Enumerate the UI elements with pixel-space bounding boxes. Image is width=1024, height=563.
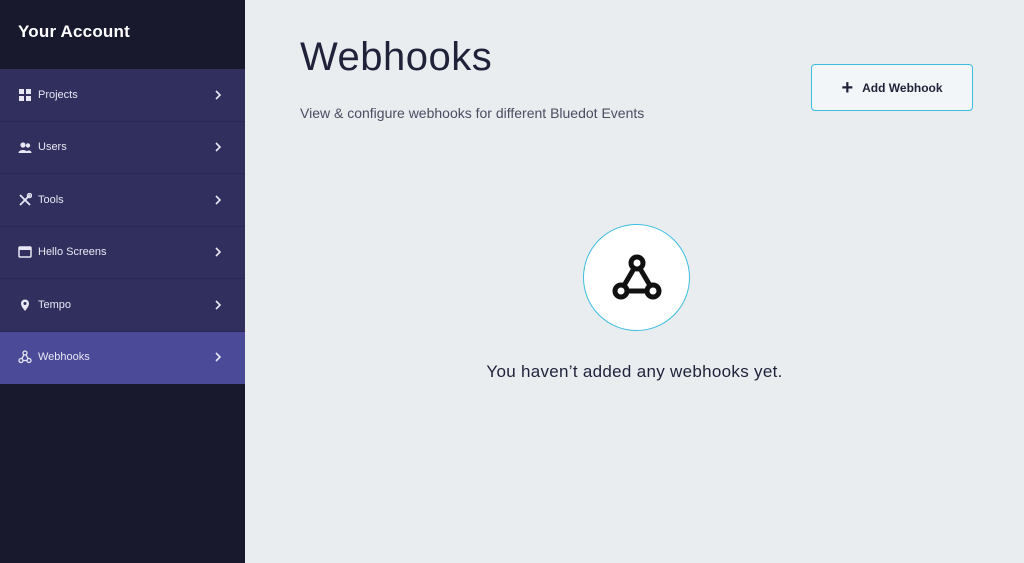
- empty-state-icon-circle: [583, 224, 690, 331]
- sidebar-item-tempo[interactable]: Tempo: [0, 279, 245, 332]
- page-title: Webhooks: [300, 35, 493, 79]
- chevron-right-icon: [213, 246, 223, 258]
- tools-icon: [18, 192, 32, 207]
- sidebar-item-label: Projects: [38, 88, 78, 101]
- webhook-icon: [612, 254, 661, 299]
- page-subtitle: View & configure webhooks for different …: [300, 105, 645, 121]
- sidebar-item-hello-screens[interactable]: Hello Screens: [0, 226, 245, 279]
- sidebar-item-label: Users: [38, 141, 67, 154]
- sidebar-item-label: Webhooks: [38, 351, 90, 364]
- grid-icon: [18, 88, 32, 102]
- sidebar-item-label: Tools: [38, 193, 64, 206]
- screen-icon: [18, 245, 32, 259]
- sidebar-nav: Projects Users Tools Hello Screens Tempo…: [0, 69, 245, 384]
- webhook-icon: [18, 350, 32, 364]
- add-webhook-button[interactable]: + Add Webhook: [811, 64, 973, 111]
- sidebar-item-webhooks[interactable]: Webhooks: [0, 331, 245, 384]
- chevron-right-icon: [213, 194, 223, 206]
- chevron-right-icon: [213, 89, 223, 101]
- add-webhook-label: Add Webhook: [862, 80, 943, 95]
- sidebar-item-users[interactable]: Users: [0, 121, 245, 174]
- users-icon: [18, 140, 32, 154]
- location-pin-icon: [18, 298, 32, 312]
- sidebar-item-projects[interactable]: Projects: [0, 69, 245, 122]
- plus-icon: +: [841, 76, 854, 99]
- main-content: Webhooks View & configure webhooks for d…: [245, 0, 1024, 563]
- sidebar-item-tools[interactable]: Tools: [0, 174, 245, 227]
- sidebar-item-label: Tempo: [38, 298, 72, 311]
- chevron-right-icon: [213, 299, 223, 311]
- sidebar: Your Account Projects Users Tools Hello …: [0, 0, 245, 563]
- sidebar-item-label: Hello Screens: [38, 246, 107, 259]
- sidebar-title: Your Account: [18, 22, 130, 41]
- chevron-right-icon: [213, 141, 223, 153]
- empty-state-text: You haven’t added any webhooks yet.: [486, 362, 783, 381]
- chevron-right-icon: [213, 351, 223, 363]
